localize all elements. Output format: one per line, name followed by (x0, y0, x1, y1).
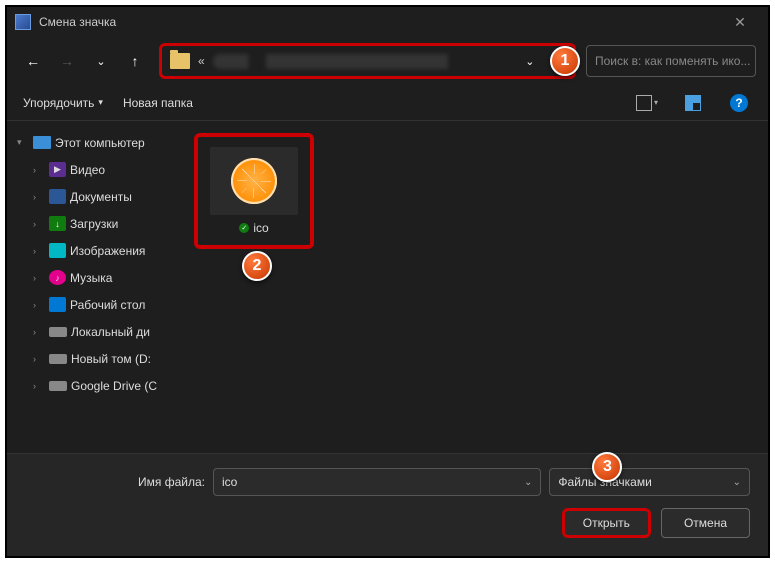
sidebar-item-pictures[interactable]: ›Изображения (11, 237, 178, 264)
up-button[interactable]: ↑ (121, 47, 149, 75)
file-item-ico[interactable]: ✓ ico 2 (194, 133, 314, 249)
sidebar: ▾ Этот компьютер ›▶Видео ›Документы ›↓За… (7, 121, 182, 453)
open-button[interactable]: Открыть (562, 508, 651, 538)
address-bar[interactable]: « ⌄ ⟳ (159, 43, 576, 79)
help-button[interactable]: ? (726, 90, 752, 116)
app-icon (15, 14, 31, 30)
sidebar-item-downloads[interactable]: ›↓Загрузки (11, 210, 178, 237)
filetype-filter[interactable]: Файлы значками⌄ 3 (549, 468, 750, 496)
toolbar: Упорядочить ▾ Новая папка ▾ ? (7, 85, 768, 121)
drive-icon (49, 381, 67, 391)
desktop-icon (49, 297, 66, 312)
video-icon: ▶ (49, 162, 66, 177)
sidebar-item-documents[interactable]: ›Документы (11, 183, 178, 210)
folder-icon (170, 53, 190, 69)
pictures-icon (49, 243, 66, 258)
pc-icon (33, 136, 51, 149)
new-folder-button[interactable]: Новая папка (123, 96, 193, 110)
sidebar-item-desktop[interactable]: ›Рабочий стол (11, 291, 178, 318)
window-title: Смена значка (39, 15, 116, 29)
orange-icon (231, 158, 277, 204)
drive-icon (49, 327, 67, 337)
sidebar-item-video[interactable]: ›▶Видео (11, 156, 178, 183)
music-icon: ♪ (49, 270, 66, 285)
nav-bar: ← → ⌄ ↑ « ⌄ ⟳ 1 Поиск в: как поменять ик… (7, 37, 768, 85)
recent-dropdown[interactable]: ⌄ (87, 47, 115, 75)
cancel-button[interactable]: Отмена (661, 508, 750, 538)
file-list[interactable]: ✓ ico 2 (182, 121, 768, 453)
organize-menu[interactable]: Упорядочить ▾ (23, 96, 103, 110)
documents-icon (49, 189, 66, 204)
sidebar-item-local-disk[interactable]: ›Локальный ди (11, 318, 178, 345)
close-button[interactable]: ✕ (720, 8, 760, 36)
search-input[interactable]: Поиск в: как поменять ико... (586, 45, 756, 77)
path-blurred (213, 54, 508, 69)
file-open-dialog: Смена значка ✕ ← → ⌄ ↑ « ⌄ ⟳ 1 Поиск в: … (5, 5, 770, 558)
dialog-footer: Имя файла: ico⌄ Файлы значками⌄ 3 Открыт… (7, 453, 768, 556)
filename-input[interactable]: ico⌄ (213, 468, 541, 496)
help-icon: ? (730, 94, 748, 112)
filename-label: Имя файла: (25, 475, 205, 489)
chevron-down-icon[interactable]: ⌄ (515, 55, 544, 68)
annotation-badge-1: 1 (550, 46, 580, 76)
sidebar-item-music[interactable]: ›♪Музыка (11, 264, 178, 291)
annotation-badge-2: 2 (242, 251, 272, 281)
check-icon: ✓ (239, 223, 249, 233)
view-mode-button[interactable]: ▾ (634, 90, 660, 116)
file-thumbnail (210, 147, 298, 215)
drive-icon (49, 354, 67, 364)
titlebar: Смена значка ✕ (7, 7, 768, 37)
downloads-icon: ↓ (49, 216, 66, 231)
sidebar-this-pc[interactable]: ▾ Этот компьютер (11, 129, 178, 156)
search-placeholder: Поиск в: как поменять ико... (595, 54, 750, 68)
sidebar-item-new-volume[interactable]: ›Новый том (D: (11, 345, 178, 372)
file-name-label: ✓ ico (239, 221, 268, 235)
preview-pane-button[interactable] (680, 90, 706, 116)
sidebar-item-google-drive[interactable]: ›Google Drive (C (11, 372, 178, 399)
forward-button[interactable]: → (53, 47, 81, 75)
back-button[interactable]: ← (19, 47, 47, 75)
